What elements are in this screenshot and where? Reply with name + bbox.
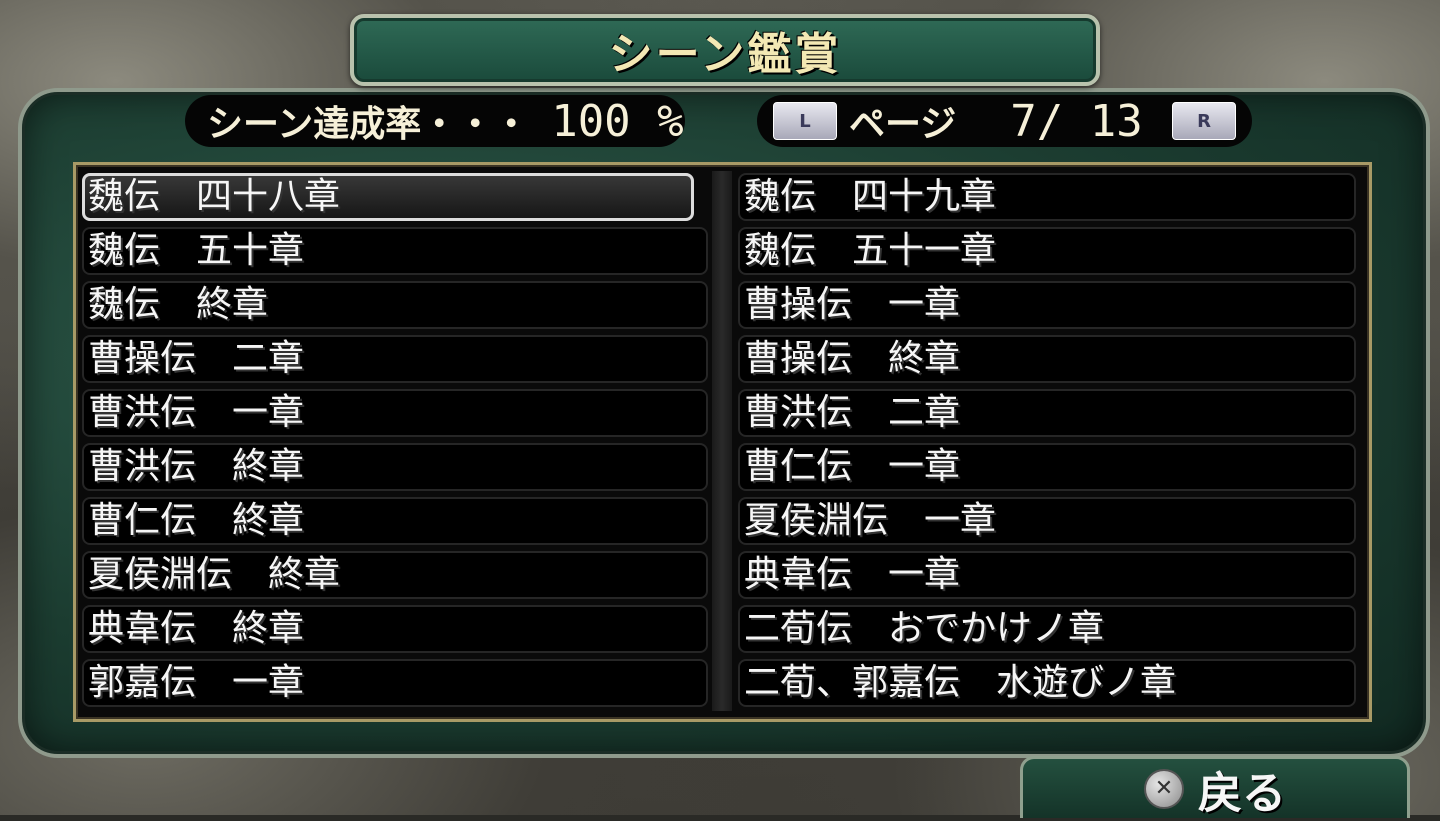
scene-item[interactable]: 曹仁伝 一章: [738, 443, 1356, 491]
completion-rate: シーン達成率・・・ 100 %: [185, 95, 685, 147]
page-indicator: L ページ 7/ 13 R: [757, 95, 1252, 147]
scene-item[interactable]: 二荀、郭嘉伝 水遊びノ章: [738, 659, 1356, 707]
scene-item[interactable]: 夏侯淵伝 一章: [738, 497, 1356, 545]
scene-list: 魏伝 四十八章 魏伝 五十章 魏伝 終章 曹操伝 二章 曹洪伝 一章 曹洪伝 終…: [73, 162, 1372, 722]
scene-item[interactable]: 魏伝 四十九章: [738, 173, 1356, 221]
scene-column-left: 魏伝 四十八章 魏伝 五十章 魏伝 終章 曹操伝 二章 曹洪伝 一章 曹洪伝 終…: [82, 173, 708, 707]
scene-column-right: 魏伝 四十九章 魏伝 五十一章 曹操伝 一章 曹操伝 終章 曹洪伝 二章 曹仁伝…: [738, 173, 1356, 707]
scene-item[interactable]: 魏伝 五十章: [82, 227, 708, 275]
title-plate: シーン鑑賞: [350, 14, 1100, 86]
scene-item[interactable]: 夏侯淵伝 終章: [82, 551, 708, 599]
scene-item[interactable]: 典韋伝 一章: [738, 551, 1356, 599]
scene-item[interactable]: 曹仁伝 終章: [82, 497, 708, 545]
completion-rate-value: 100 %: [551, 95, 684, 147]
scene-item[interactable]: 曹操伝 二章: [82, 335, 708, 383]
column-divider: [712, 171, 732, 711]
scene-item[interactable]: 曹洪伝 一章: [82, 389, 708, 437]
page-number: 7/ 13: [1010, 95, 1143, 147]
scene-item[interactable]: 魏伝 終章: [82, 281, 708, 329]
scene-item[interactable]: 典韋伝 終章: [82, 605, 708, 653]
completion-rate-label: シーン達成率・・・: [207, 104, 530, 145]
scene-item[interactable]: 曹洪伝 二章: [738, 389, 1356, 437]
cross-button-icon: ✕: [1144, 768, 1184, 809]
page-title: シーン鑑賞: [608, 29, 842, 80]
scene-item[interactable]: 曹操伝 一章: [738, 281, 1356, 329]
scene-item[interactable]: 曹洪伝 終章: [82, 443, 708, 491]
back-label: 戻る: [1198, 767, 1286, 819]
scene-item[interactable]: 魏伝 五十一章: [738, 227, 1356, 275]
scene-item[interactable]: 曹操伝 終章: [738, 335, 1356, 383]
page-label: ページ: [849, 104, 957, 145]
back-button[interactable]: ✕ 戻る: [1020, 756, 1410, 819]
scene-item[interactable]: 郭嘉伝 一章: [82, 659, 708, 707]
r-button-icon[interactable]: R: [1172, 102, 1236, 140]
scene-item-selected[interactable]: 魏伝 四十八章: [82, 173, 694, 221]
l-button-icon[interactable]: L: [773, 102, 837, 140]
scene-item[interactable]: 二荀伝 おでかけノ章: [738, 605, 1356, 653]
